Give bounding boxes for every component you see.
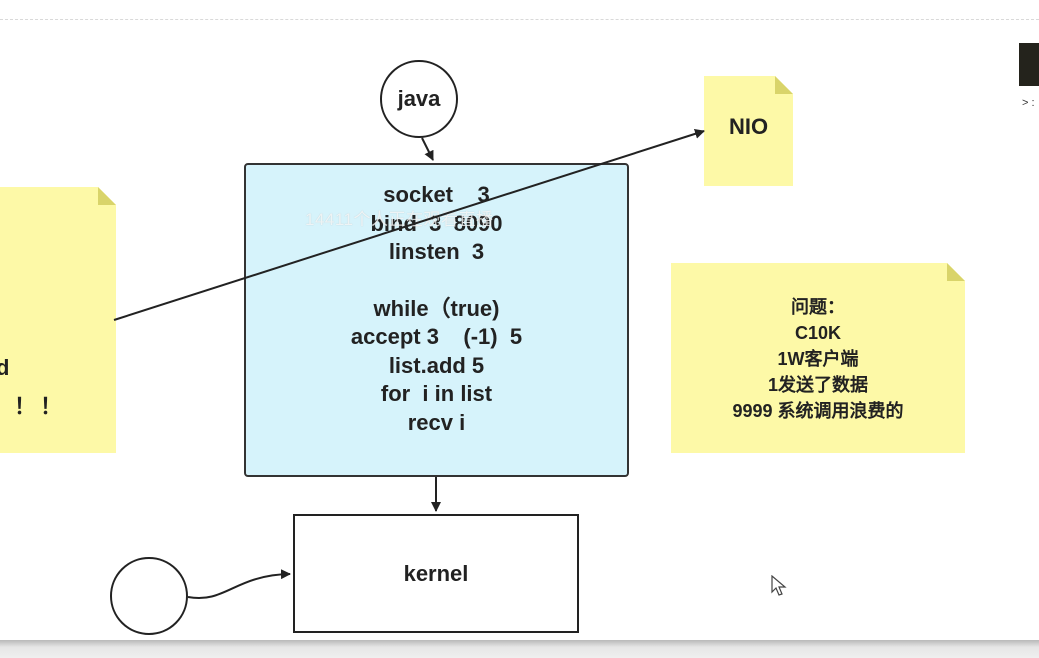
- arrow-left-note-to-nio[interactable]: [113, 128, 705, 321]
- connectors-layer: [113, 128, 705, 600]
- side-panel-text: > :: [1022, 97, 1035, 109]
- arrow-java-to-main-box[interactable]: [421, 137, 434, 161]
- arrow-circle-to-kernel[interactable]: [187, 569, 291, 600]
- side-panel-block: [1019, 43, 1039, 86]
- mouse-cursor-icon: [771, 575, 787, 596]
- diagram-canvas: d ！！！ socket 3 bind 3 8090 linsten 3 whi…: [0, 0, 1039, 658]
- bottom-scrollbar[interactable]: [0, 640, 1039, 658]
